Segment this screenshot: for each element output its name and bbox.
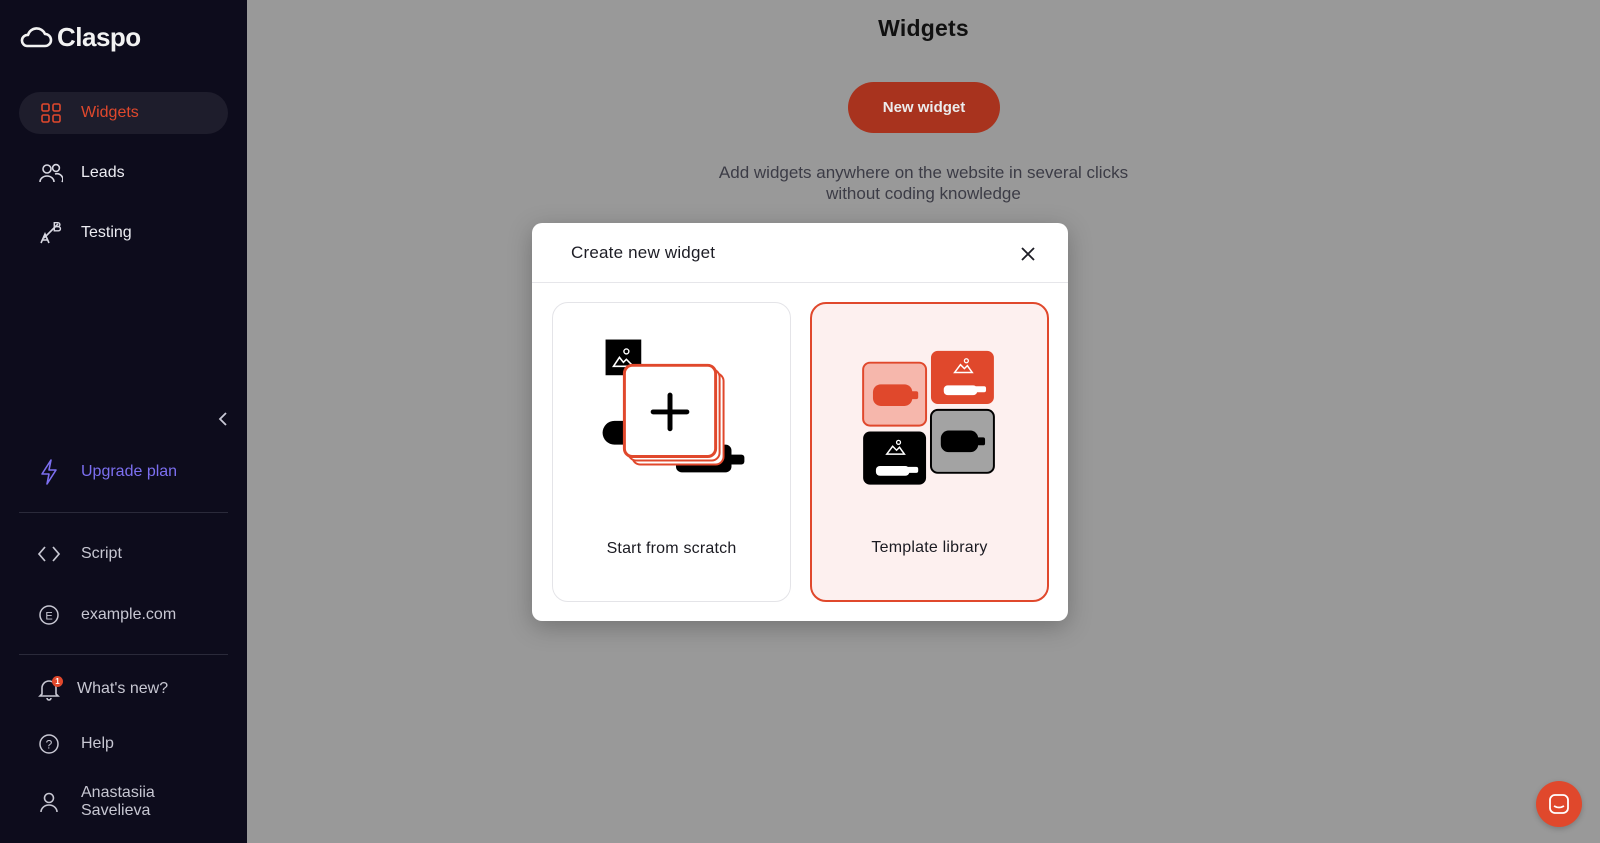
collapse-sidebar-button[interactable] xyxy=(214,410,232,428)
chat-launcher-button[interactable] xyxy=(1536,781,1582,827)
notification-badge: 1 xyxy=(52,676,63,687)
help-link[interactable]: ? Help xyxy=(37,732,114,756)
svg-text:E: E xyxy=(45,611,52,623)
site-letter-icon: E xyxy=(37,603,61,627)
divider xyxy=(19,654,228,655)
sidebar-item-leads[interactable]: Leads xyxy=(19,152,228,194)
svg-text:?: ? xyxy=(46,738,53,752)
start-from-scratch-card[interactable]: Start from scratch xyxy=(552,302,791,602)
logo[interactable]: Claspo xyxy=(19,22,141,53)
user-icon xyxy=(37,790,61,814)
create-widget-modal: Create new widget Start from scratch Tem… xyxy=(532,223,1068,621)
script-link[interactable]: Script xyxy=(37,542,122,566)
description-line: Add widgets anywhere on the website in s… xyxy=(718,163,1129,182)
card-label: Start from scratch xyxy=(606,540,737,557)
sidebar-item-label: Leads xyxy=(81,164,125,181)
site-label: example.com xyxy=(81,606,177,623)
cloud-logo-icon xyxy=(20,26,53,47)
script-label: Script xyxy=(81,545,122,562)
logo-text: Claspo xyxy=(57,22,141,52)
upgrade-plan-label: Upgrade plan xyxy=(81,463,178,480)
whats-new-label: What's new? xyxy=(77,680,169,697)
description-line: without coding knowledge xyxy=(826,184,1021,203)
users-icon xyxy=(39,161,63,185)
whats-new-link[interactable]: 1 What's new? xyxy=(37,676,169,701)
bell-icon: 1 xyxy=(37,676,63,701)
user-name-last: Savelieva xyxy=(81,802,151,819)
user-name-first: Anastasiia xyxy=(81,784,155,801)
card-label: Template library xyxy=(871,539,988,556)
grid-icon xyxy=(39,101,63,125)
chevron-left-icon xyxy=(218,412,227,426)
modal-header: Create new widget xyxy=(532,223,1068,283)
code-icon xyxy=(37,542,61,566)
page-description: Add widgets anywhere on the website in s… xyxy=(247,162,1600,204)
upgrade-plan-link[interactable]: Upgrade plan xyxy=(37,459,178,485)
template-library-card[interactable]: Template library xyxy=(810,302,1049,602)
lightning-icon xyxy=(37,459,61,485)
new-widget-button[interactable]: New widget xyxy=(848,82,1000,133)
user-profile[interactable]: Anastasiia Savelieva xyxy=(37,784,155,820)
page-title: Widgets xyxy=(878,15,969,41)
sidebar-item-widgets[interactable]: Widgets xyxy=(19,92,228,134)
ab-test-icon xyxy=(39,221,63,245)
sidebar-item-label: Testing xyxy=(81,224,132,241)
sidebar-item-label: Widgets xyxy=(81,104,139,121)
help-label: Help xyxy=(81,735,114,752)
template-illustration-icon xyxy=(862,350,995,485)
help-icon: ? xyxy=(37,732,61,756)
close-icon xyxy=(1021,247,1035,261)
scratch-illustration-icon xyxy=(602,339,745,473)
sidebar: Claspo Widgets Leads Testing Upgrade pla… xyxy=(0,0,247,843)
sidebar-item-testing[interactable]: Testing xyxy=(19,212,228,254)
divider xyxy=(19,512,228,513)
modal-title: Create new widget xyxy=(571,242,716,262)
chat-icon xyxy=(1549,794,1569,814)
site-link[interactable]: E example.com xyxy=(37,603,176,627)
close-button[interactable] xyxy=(1018,244,1038,264)
